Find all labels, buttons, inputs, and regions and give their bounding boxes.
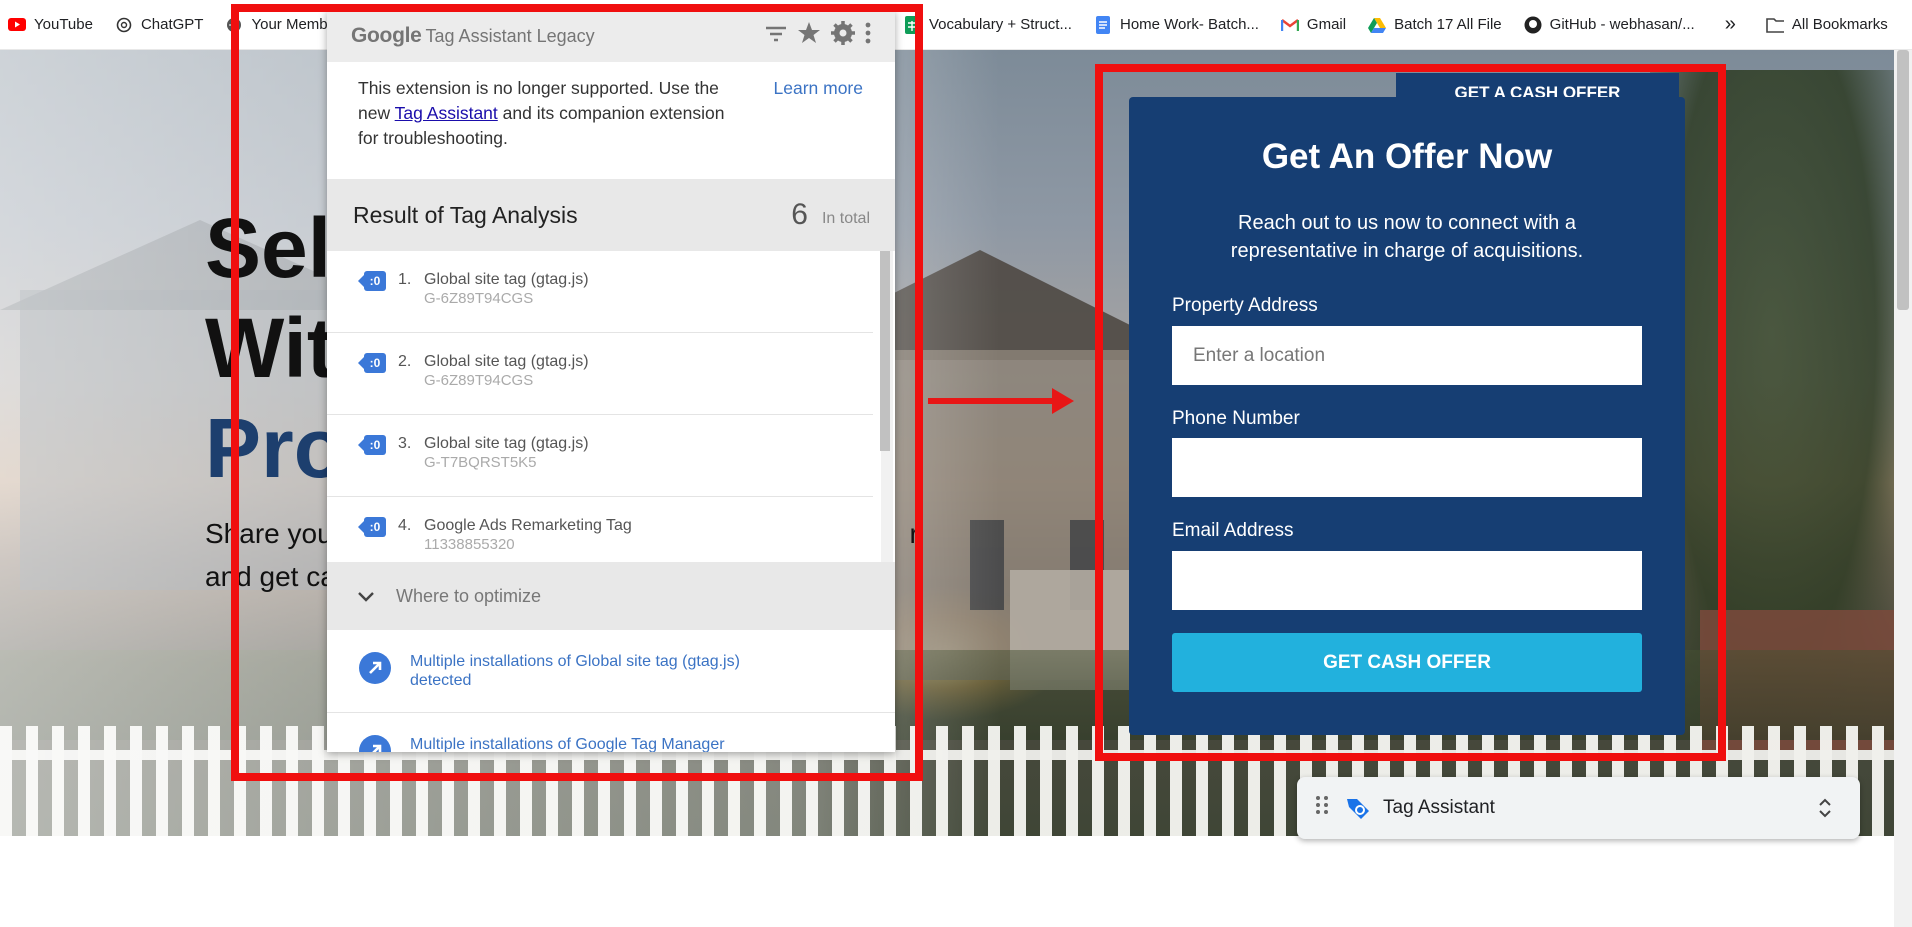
chatgpt-icon [115, 16, 133, 34]
bookmark-homework[interactable]: Home Work- Batch... [1094, 15, 1259, 34]
all-bookmarks-button[interactable]: All Bookmarks [1766, 16, 1888, 34]
drive-icon [1368, 16, 1387, 34]
tag-assistant-bar[interactable]: Tag Assistant [1297, 777, 1860, 839]
bookmark-gmail[interactable]: Gmail [1280, 16, 1346, 34]
tag-assistant-label: Tag Assistant [1383, 797, 1495, 818]
annotation-arrow-head [1052, 388, 1074, 414]
expand-collapse-icon[interactable] [1818, 798, 1832, 818]
docs-icon [1094, 15, 1112, 34]
tag-assistant-logo-icon [1345, 795, 1371, 821]
drag-handle-icon[interactable] [1315, 794, 1329, 822]
annotation-box [231, 4, 923, 781]
annotation-box [1095, 64, 1726, 761]
github-icon [1524, 16, 1542, 34]
page-scrollbar[interactable] [1894, 50, 1912, 927]
bookmark-vocabulary[interactable]: Vocabulary + Struct... [903, 15, 1072, 34]
bookmark-batch17[interactable]: Batch 17 All File [1368, 16, 1502, 34]
annotation-arrow [928, 398, 1058, 404]
bookmark-chatgpt[interactable]: ChatGPT [115, 16, 203, 34]
youtube-icon [8, 16, 26, 34]
scrollbar-thumb[interactable] [1897, 50, 1909, 310]
bookmarks-more-button[interactable]: » [1725, 13, 1736, 36]
folder-icon [1766, 16, 1784, 34]
bookmark-github[interactable]: GitHub - webhasan/... [1524, 16, 1695, 34]
bookmark-youtube[interactable]: YouTube [8, 16, 93, 34]
gmail-icon [1280, 16, 1299, 34]
